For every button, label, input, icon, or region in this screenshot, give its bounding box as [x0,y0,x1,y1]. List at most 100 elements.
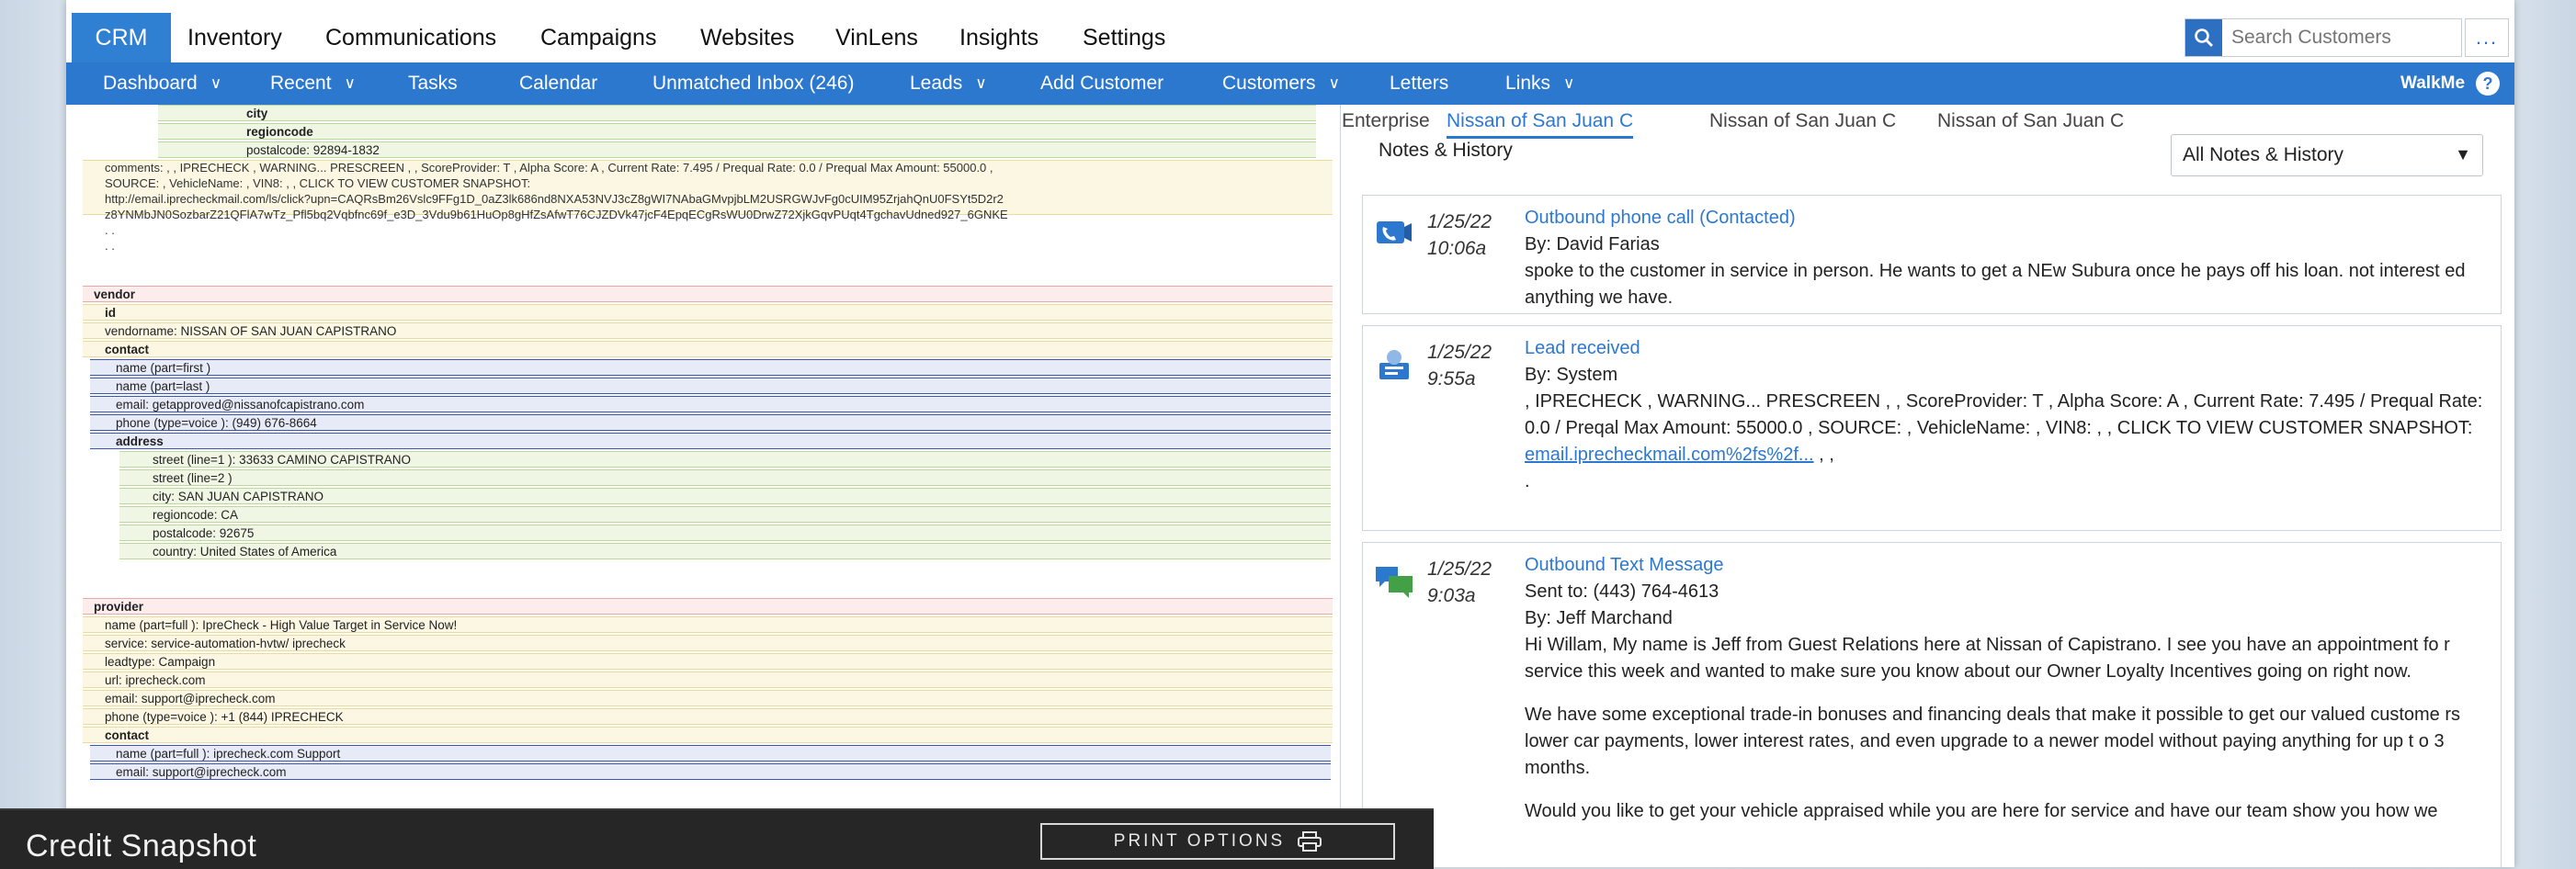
secondary-navigation-bar: Dashboard ∨ Recent ∨ Tasks Calendar Unmatc… [66,62,2514,105]
xml-row-city: city: SAN JUAN CAPISTRANO [119,488,1331,504]
subnav-calendar[interactable]: Calendar [519,62,597,105]
chevron-down-icon: ∨ [1563,74,1575,92]
subnav-unmatched-inbox[interactable]: Unmatched Inbox (246) [653,62,854,105]
tab-nissan-sjc-2[interactable]: Nissan of San Juan C [1709,110,1896,132]
note-item: 1/25/22 10:06a Outbound phone call (Conta… [1362,195,2502,314]
note-text-dot: . [1525,471,1530,491]
chevron-down-icon: ∨ [344,74,356,92]
note-time: 9:55a [1427,368,1476,389]
note-datetime: 1/25/22 9:55a [1427,339,1492,392]
notes-filter-select[interactable]: All Notes & History ▼ [2171,134,2483,176]
xml-row-city: city [158,105,1316,121]
subnav-leads[interactable]: Leads ∨ [910,62,987,105]
note-title[interactable]: Outbound phone call (Contacted) [1525,205,2488,231]
note-author: By: David Farias [1525,234,1660,254]
note-author: By: Jeff Marchand [1525,608,1673,628]
xml-row-name-first: name (part=first ) [90,359,1331,376]
nav-websites[interactable]: Websites [700,13,794,62]
credit-snapshot-title: Credit Snapshot [26,829,257,863]
note-date: 1/25/22 [1427,559,1492,580]
xml-row-name-last: name (part=last ) [90,378,1331,394]
subnav-tasks[interactable]: Tasks [408,62,458,105]
tab-nissan-sjc-1[interactable]: Nissan of San Juan C [1447,110,1634,139]
xml-row-postalcode: postalcode: 92894-1832 [158,141,1316,158]
customer-search [2184,18,2462,57]
note-text-content: , IPRECHECK , WARNING... PRESCREEN , , S… [1525,391,2483,438]
chevron-down-icon: ∨ [975,74,987,92]
note-time: 10:06a [1427,238,1487,259]
search-input[interactable] [2230,23,2408,52]
nav-insights[interactable]: Insights [959,13,1038,62]
xml-row-vendor: vendor [83,286,1333,302]
notes-history-title: Notes & History [1379,140,1513,161]
crm-app-window: CRM Inventory Communications Campaigns W… [66,0,2514,867]
xml-row-service: service: service-automation-hvtw/ iprech… [83,635,1333,651]
xml-row-provider: provider [83,598,1333,615]
lead-xml-panel: city regioncode postalcode: 92894-1832 c… [83,105,1341,867]
more-options-button[interactable]: ... [2465,18,2509,57]
nav-communications[interactable]: Communications [325,13,496,62]
note-text: We have some exceptional trade-in bonuse… [1525,705,2460,778]
note-date: 1/25/22 [1427,211,1492,232]
subnav-recent[interactable]: Recent ∨ [270,62,356,105]
xml-row-regioncode: regioncode [158,123,1316,140]
xml-row-id: id [83,304,1333,321]
xml-row-contact-name: name (part=full ): iprecheck.com Support [90,745,1331,762]
note-body: Outbound phone call (Contacted) By: Davi… [1525,205,2488,311]
xml-row-provider-phone: phone (type=voice ): +1 (844) IPRECHECK [83,708,1333,725]
note-text: spoke to the customer in service in pers… [1525,261,2466,308]
help-icon[interactable]: ? [2476,72,2500,96]
note-item: 1/25/22 9:55a Lead received By: System , … [1362,325,2502,531]
tab-enterprise[interactable]: Enterprise [1342,110,1430,132]
xml-row-vendorname: vendorname: NISSAN OF SAN JUAN CAPISTRAN… [83,322,1333,339]
subnav-dashboard[interactable]: Dashboard ∨ [103,62,221,105]
chevron-down-icon: ∨ [1328,74,1340,92]
xml-row-url: url: iprecheck.com [83,672,1333,688]
subnav-customers[interactable]: Customers ∨ [1222,62,1340,105]
xml-comments: comments: , , IPRECHECK , WARNING... PRE… [105,160,1327,254]
note-datetime: 1/25/22 10:06a [1427,209,1492,262]
printer-icon [1298,831,1322,852]
snapshot-link[interactable]: email.iprecheckmail.com%2fs%2f... [1525,445,1814,465]
nav-vinlens[interactable]: VinLens [835,13,918,62]
xml-row-email: email: getapproved@nissanofcapistrano.co… [90,396,1331,412]
note-date: 1/25/22 [1427,342,1492,363]
xml-row-provider-email: email: support@iprecheck.com [83,690,1333,706]
print-options-button[interactable]: PRINT OPTIONS [1040,823,1395,860]
nav-settings[interactable]: Settings [1083,13,1165,62]
xml-row-street1: street (line=1 ): 33633 CAMINO CAPISTRAN… [119,451,1331,468]
walkme-button[interactable]: WalkMe [2400,62,2465,105]
xml-row-leadtype: leadtype: Campaign [83,653,1333,670]
top-navigation-bar: CRM Inventory Communications Campaigns W… [66,13,2514,63]
comments-line: . . [105,223,115,237]
tab-nissan-sjc-3[interactable]: Nissan of San Juan C [1937,110,2124,132]
tab-crm[interactable]: CRM [72,13,171,62]
print-options-label: PRINT OPTIONS [1113,831,1286,851]
xml-row-address: address [90,433,1331,449]
xml-row-country: country: United States of America [119,543,1331,559]
subnav-letters[interactable]: Letters [1390,62,1448,105]
note-recipient: Sent to: (443) 764-4613 [1525,581,1719,602]
subnav-links[interactable]: Links ∨ [1505,62,1574,105]
comments-line: comments: , , IPRECHECK , WARNING... PRE… [105,161,993,175]
xml-row-contact-email: email: support@iprecheck.com [90,763,1331,780]
notes-history-panel: Enterprise Nissan of San Juan C Nissan o… [1342,105,2514,867]
subnav-add-customer[interactable]: Add Customer [1040,62,1163,105]
note-body: Outbound Text Message Sent to: (443) 764… [1525,552,2488,825]
filter-value: All Notes & History [2183,144,2344,165]
xml-row-regioncode: regioncode: CA [119,506,1331,523]
xml-row-provider-name: name (part=full ): IpreCheck - High Valu… [83,616,1333,633]
xml-row-postalcode: postalcode: 92675 [119,525,1331,541]
note-title[interactable]: Outbound Text Message [1525,552,2488,579]
xml-row-provider-contact: contact [83,727,1333,743]
nav-inventory[interactable]: Inventory [187,13,282,62]
lead-received-icon [1379,350,1409,379]
note-title[interactable]: Lead received [1525,335,2488,362]
comments-line: . . [105,239,115,253]
note-author: By: System [1525,365,1618,385]
chevron-down-icon: ▼ [2455,145,2471,164]
nav-campaigns[interactable]: Campaigns [540,13,656,62]
xml-row-phone: phone (type=voice ): (949) 676-8664 [90,414,1331,431]
search-icon[interactable] [2185,19,2222,56]
note-body: Lead received By: System , IPRECHECK , W… [1525,335,2488,495]
